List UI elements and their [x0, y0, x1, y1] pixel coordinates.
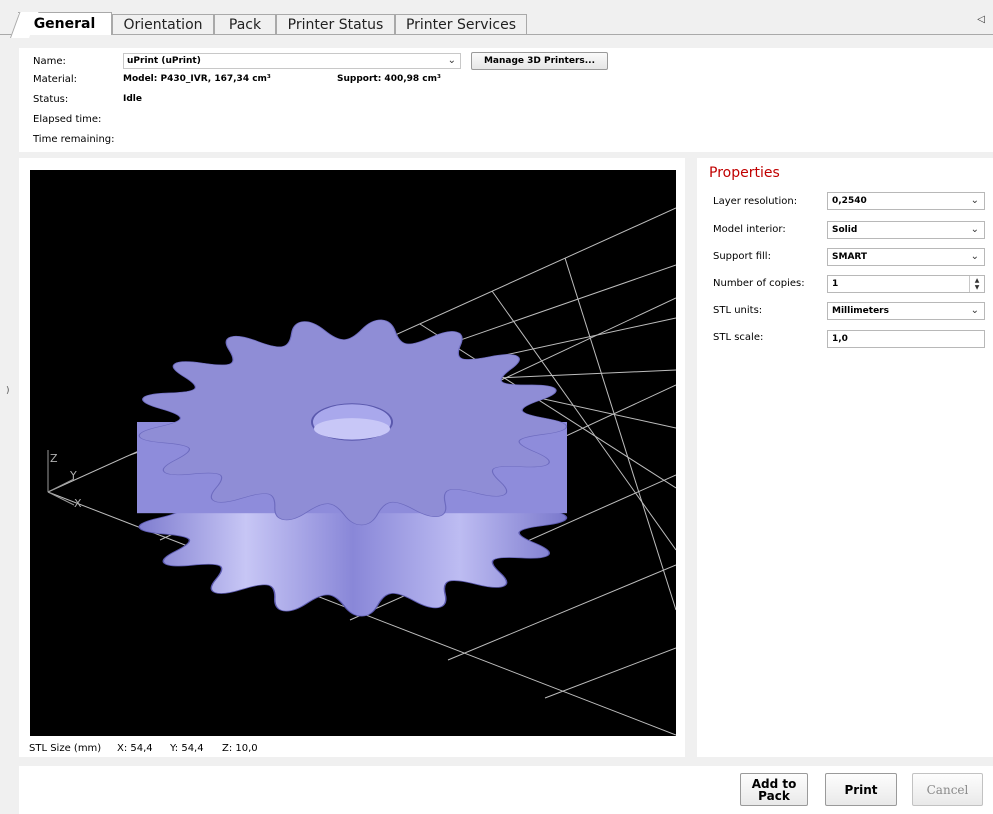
model-interior-value: Solid	[832, 225, 858, 235]
layer-resolution-dropdown[interactable]: 0,2540 ⌄	[827, 192, 985, 210]
layer-resolution-value: 0,2540	[832, 196, 867, 206]
gear-model[interactable]	[137, 319, 568, 617]
material-value: Model: P430_IVR, 167,34 cm³	[123, 74, 271, 84]
tab-printer-services[interactable]: Printer Services	[395, 14, 527, 34]
3d-viewport[interactable]: Z Y X	[30, 170, 676, 736]
support-fill-value: SMART	[832, 252, 868, 262]
elapsed-row: Elapsed time:	[33, 111, 123, 127]
stl-size-y: Y: 54,4	[170, 742, 204, 754]
tab-strip: General Orientation Pack Printer Status …	[0, 0, 993, 36]
axis-z-label: Z	[50, 452, 58, 465]
time-remaining-label: Time remaining:	[33, 133, 115, 145]
add-to-pack-button[interactable]: Add to Pack	[740, 773, 808, 806]
stl-size-z: Z: 10,0	[222, 742, 258, 754]
tab-printer-status[interactable]: Printer Status	[276, 14, 395, 34]
status-label: Status:	[33, 93, 69, 105]
stl-units-value: Millimeters	[832, 306, 889, 316]
properties-title: Properties	[709, 165, 780, 181]
name-label: Name:	[33, 55, 66, 67]
spinner-arrows-icon[interactable]: ▲ ▼	[969, 276, 984, 292]
viewport-panel: Z Y X STL Size (mm) X: 54,4 Y: 54,4 Z: 1…	[19, 158, 685, 757]
action-bar: Add to Pack Print Cancel	[19, 766, 993, 814]
support-fill-dropdown[interactable]: SMART ⌄	[827, 248, 985, 266]
tab-divider	[0, 34, 993, 35]
stl-units-label: STL units:	[713, 304, 763, 316]
build-plate-scene: Z Y X	[47, 207, 676, 736]
material-row: Material: Model: P430_IVR, 167,34 cm³	[33, 71, 271, 87]
layer-resolution-label: Layer resolution:	[713, 195, 798, 207]
printer-name-dropdown[interactable]: uPrint (uPrint) ⌄	[123, 53, 461, 69]
axis-x-label: X	[74, 497, 82, 510]
add-to-pack-line2: Pack	[758, 788, 790, 803]
stl-scale-value: 1,0	[832, 334, 848, 344]
support-fill-label: Support fill:	[713, 250, 771, 262]
number-of-copies-spinner[interactable]: 1 ▲ ▼	[827, 275, 985, 293]
gear-hole-wall	[314, 418, 390, 440]
chevron-down-icon: ⌄	[970, 195, 979, 206]
number-of-copies-label: Number of copies:	[713, 277, 805, 289]
support-row: Support: 400,98 cm³	[337, 71, 441, 87]
material-label: Material:	[33, 73, 77, 85]
status-value: Idle	[123, 94, 142, 104]
stl-units-dropdown[interactable]: Millimeters ⌄	[827, 302, 985, 320]
stl-size-bar: STL Size (mm) X: 54,4 Y: 54,4 Z: 10,0	[29, 741, 258, 755]
manage-3d-printers-button[interactable]: Manage 3D Printers...	[471, 52, 608, 70]
model-interior-dropdown[interactable]: Solid ⌄	[827, 221, 985, 239]
add-to-pack-label: Add to Pack	[752, 778, 797, 802]
printer-info-panel: Name: uPrint (uPrint) ⌄ Manage 3D Printe…	[19, 48, 993, 152]
number-of-copies-value: 1	[832, 279, 839, 289]
stl-scale-input[interactable]: 1,0	[827, 330, 985, 348]
remaining-row: Time remaining:	[33, 131, 123, 147]
chevron-down-icon: ⌄	[970, 305, 979, 316]
status-row: Status: Idle	[33, 91, 142, 107]
chevron-down-icon: ⌄	[970, 251, 979, 262]
cancel-button[interactable]: Cancel	[912, 773, 983, 806]
stl-size-x: X: 54,4	[117, 742, 153, 754]
print-button[interactable]: Print	[825, 773, 897, 806]
elapsed-time-label: Elapsed time:	[33, 113, 102, 125]
tab-general[interactable]: General	[18, 12, 112, 35]
stl-scale-label: STL scale:	[713, 331, 764, 343]
stl-size-label: STL Size (mm)	[29, 742, 102, 754]
tab-pack[interactable]: Pack	[214, 14, 276, 34]
model-interior-label: Model interior:	[713, 223, 786, 235]
tab-orientation[interactable]: Orientation	[112, 14, 214, 34]
properties-panel: Properties Layer resolution: 0,2540 ⌄ Mo…	[697, 158, 993, 757]
printer-name-value: uPrint (uPrint)	[127, 56, 201, 66]
chevron-down-icon: ⌄	[970, 224, 979, 235]
axis-y-label: Y	[69, 469, 77, 482]
triangle-left-icon[interactable]: ◁	[977, 14, 985, 25]
splitter-handle-icon[interactable]: )	[6, 386, 10, 396]
chevron-down-icon: ⌄	[447, 55, 456, 66]
support-value: Support: 400,98 cm³	[337, 74, 441, 84]
name-row: Name:	[33, 53, 123, 69]
